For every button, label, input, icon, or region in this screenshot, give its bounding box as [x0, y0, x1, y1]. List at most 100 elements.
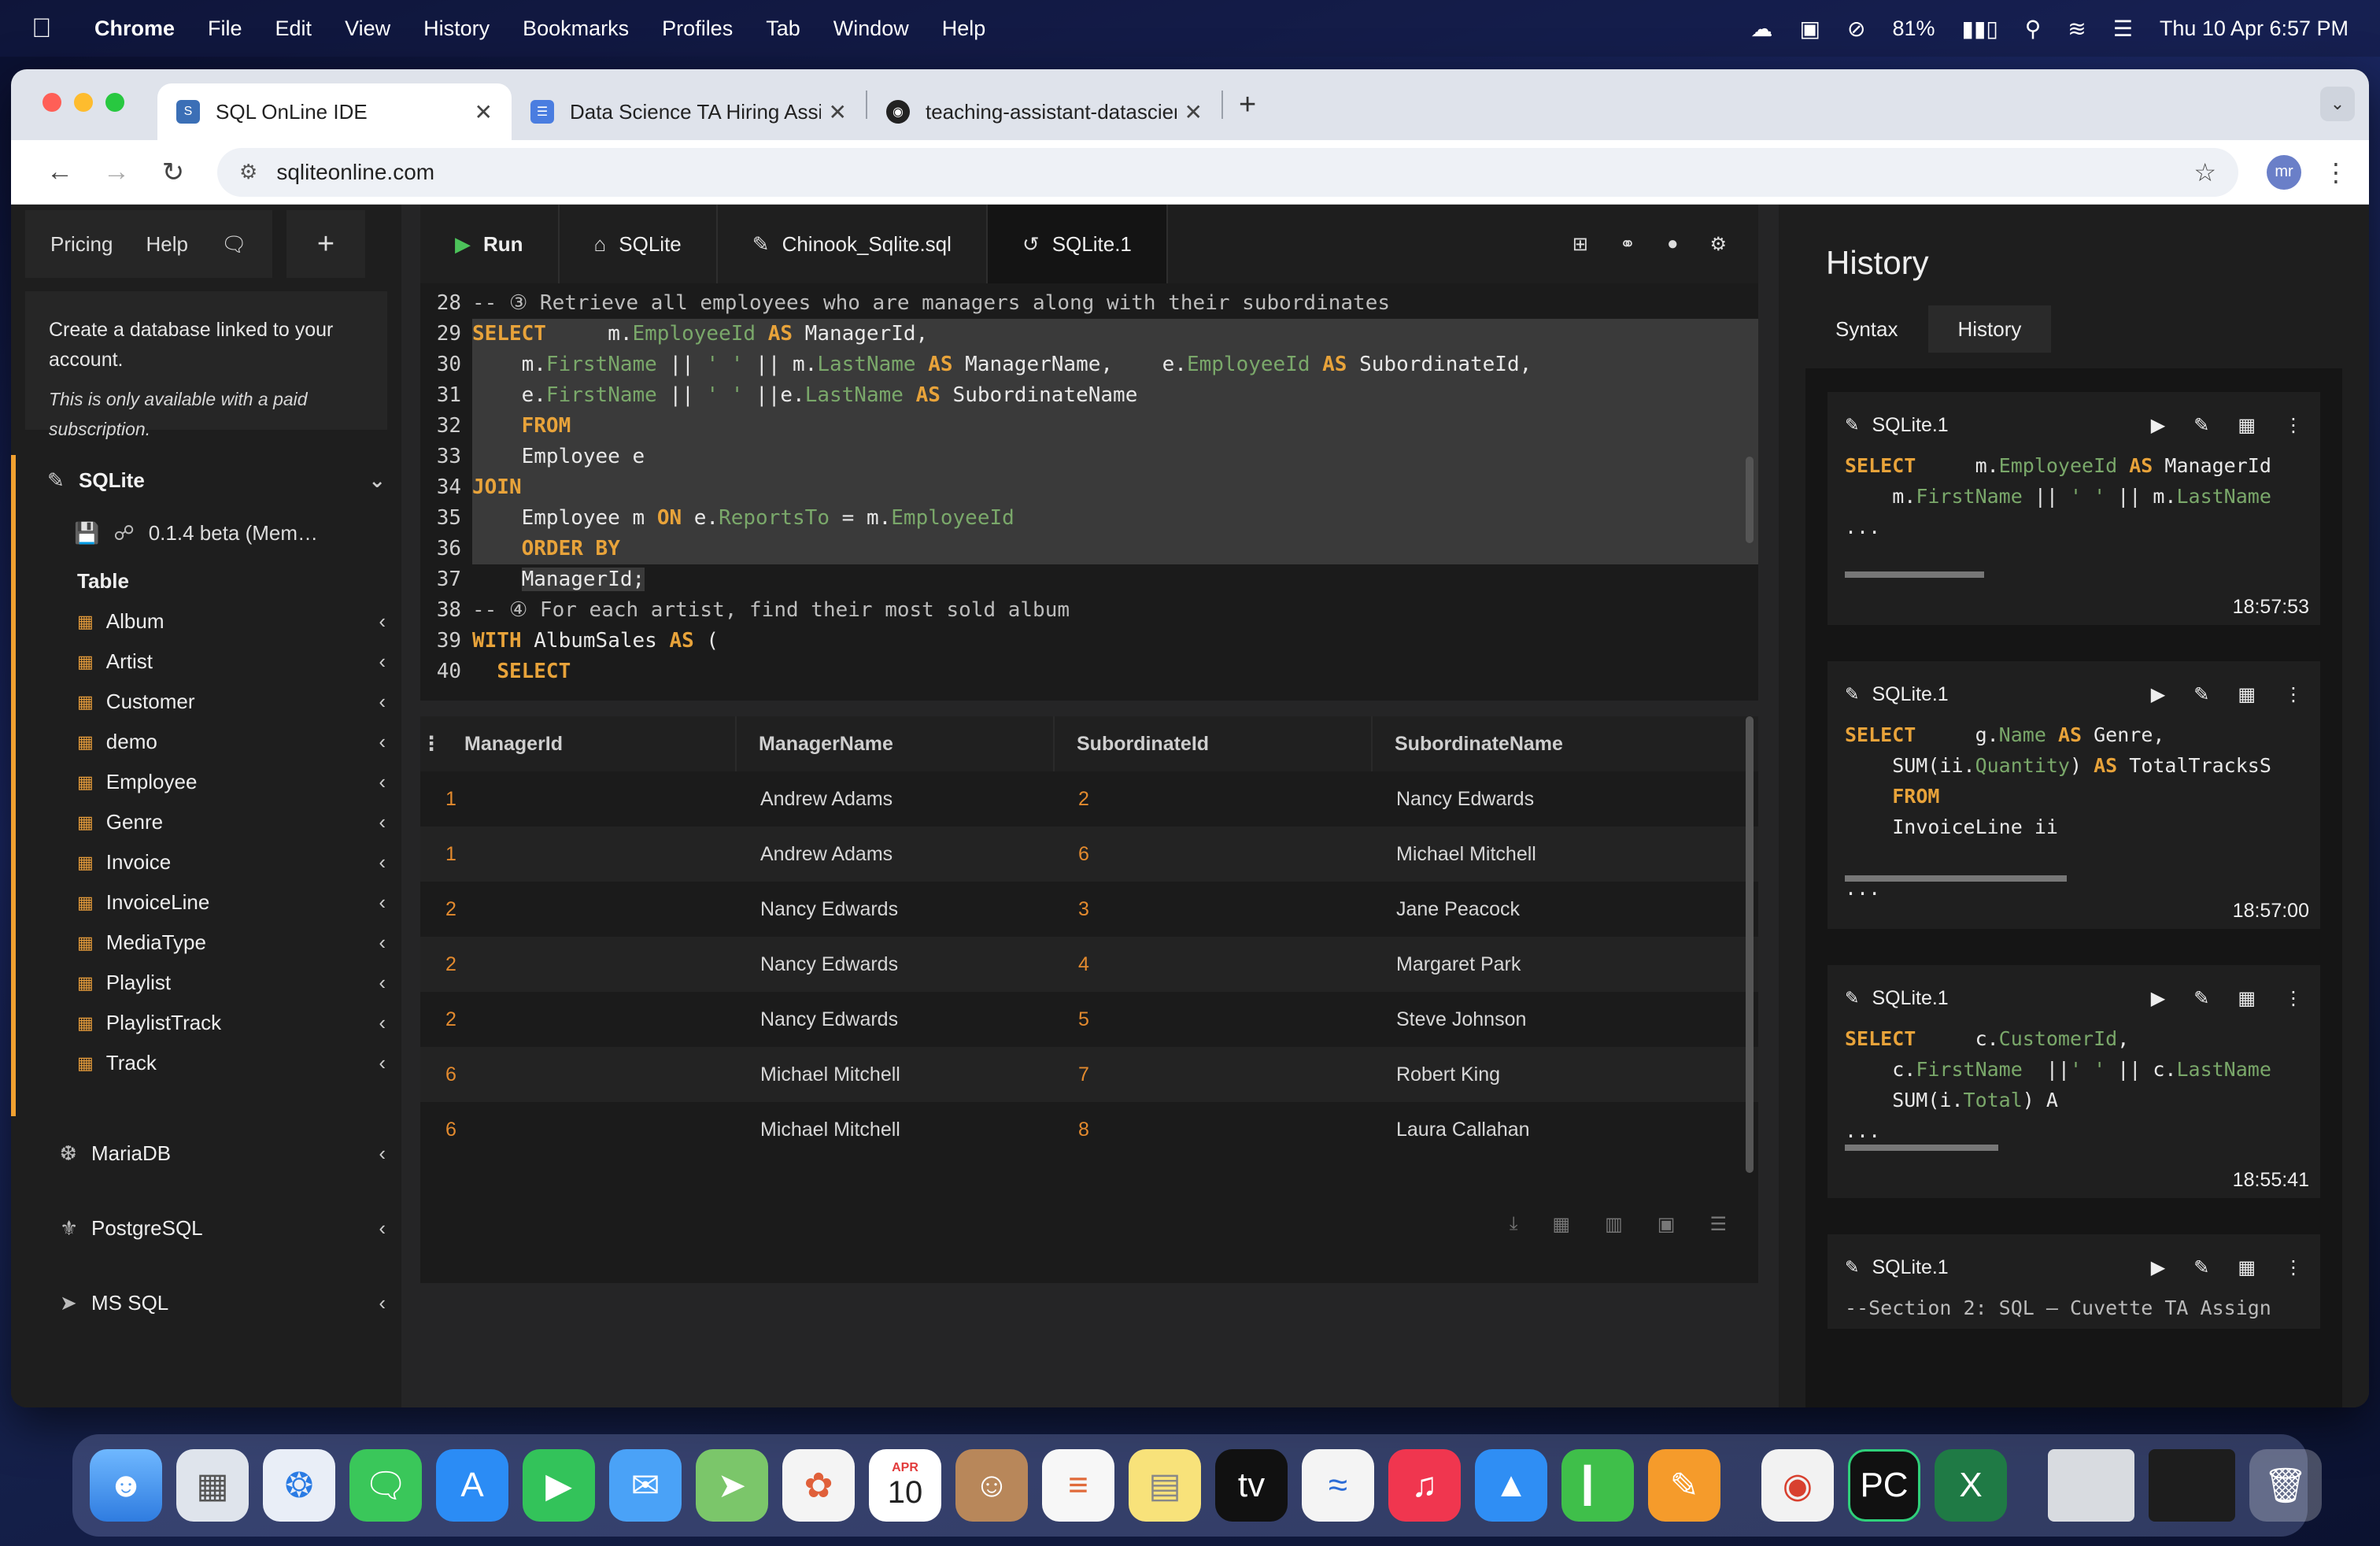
table-cell[interactable]: Steve Johnson [1373, 1008, 1691, 1031]
apple-menu-icon[interactable]:  [31, 13, 55, 44]
maps-icon[interactable]: ➤ [696, 1449, 768, 1522]
url-text[interactable]: sqliteonline.com [276, 160, 434, 185]
table-cell[interactable]: Andrew Adams [737, 788, 1055, 811]
chevron-down-icon[interactable]: ⌄ [368, 468, 386, 493]
chevron-left-icon[interactable]: ‹ [379, 890, 386, 915]
chevron-left-icon[interactable]: ‹ [379, 971, 386, 995]
column-header[interactable]: SubordinateName [1373, 716, 1691, 771]
finder-icon[interactable]: ☻ [90, 1449, 162, 1522]
table-cell[interactable]: 5 [1055, 1008, 1373, 1031]
grid-icon[interactable]: ▦ [2238, 1256, 2256, 1279]
reminders-icon[interactable]: ≡ [1042, 1449, 1114, 1522]
appstore-icon[interactable]: A [436, 1449, 508, 1522]
address-bar[interactable]: ⚙ sqliteonline.com ☆ [217, 147, 2238, 197]
table-cell[interactable]: Nancy Edwards [737, 898, 1055, 921]
chevron-left-icon[interactable]: ‹ [379, 609, 386, 634]
db-mariadb[interactable]: ❆ MariaDB ‹ [11, 1116, 401, 1191]
chevron-left-icon[interactable]: ‹ [379, 770, 386, 794]
table-item-customer[interactable]: ▦ Customer ‹ [47, 682, 386, 722]
table-row[interactable]: 2 Nancy Edwards 4 Margaret Park [420, 937, 1758, 992]
menu-edit[interactable]: Edit [275, 17, 312, 41]
add-plus-icon[interactable]: + [286, 210, 365, 278]
table-cell[interactable]: 6 [1055, 843, 1373, 866]
tab-history[interactable]: History [1927, 305, 2052, 353]
table-item-album[interactable]: ▦ Album ‹ [47, 601, 386, 642]
menu-window[interactable]: Window [833, 17, 909, 41]
browser-tab-github[interactable]: ◉ teaching-assistant-datascience ✕ [867, 83, 1221, 140]
forward-arrow-icon[interactable]: → [88, 157, 145, 187]
db-version-row[interactable]: 💾 ☍ 0.1.4 beta (Mem… [47, 505, 386, 560]
table-cell[interactable]: Nancy Edwards [1373, 788, 1691, 811]
column-header[interactable]: SubordinateId [1055, 716, 1373, 771]
table-cell[interactable]: 6 [420, 1063, 737, 1086]
mail-icon[interactable]: ✉ [609, 1449, 682, 1522]
back-arrow-icon[interactable]: ← [31, 157, 88, 187]
launchpad-icon[interactable]: ▦ [176, 1449, 249, 1522]
menu-help[interactable]: Help [942, 17, 986, 41]
table-cell[interactable]: Margaret Park [1373, 953, 1691, 976]
user-icon[interactable]: ● [1667, 233, 1679, 255]
battery-icon[interactable]: ▮▮▯ [1962, 16, 1998, 42]
db-sqlite-header[interactable]: ✎ SQLite ⌄ [47, 455, 386, 505]
calendar-icon[interactable]: APR 10 [869, 1449, 941, 1522]
browser-tab-docs[interactable]: ☰ Data Science TA Hiring Assignment ✕ [512, 83, 866, 140]
menu-tab[interactable]: Tab [766, 17, 800, 41]
table-view-icon[interactable]: ▦ [1552, 1213, 1570, 1236]
edit-icon[interactable]: ✎ [2193, 414, 2209, 437]
menu-app-name[interactable]: Chrome [94, 17, 175, 41]
table-row[interactable]: 6 Michael Mitchell 7 Robert King [420, 1047, 1758, 1102]
zoom-window-button[interactable] [105, 93, 124, 112]
tab-chinook-file[interactable]: ✎ Chinook_Sqlite.sql [717, 205, 988, 283]
history-item[interactable]: ✎ SQLite.1 ▶ ✎ ▦ ⋮ SELECT m.EmployeeId A… [1828, 392, 2320, 625]
pages-icon[interactable]: ✎ [1648, 1449, 1720, 1522]
facetime-icon[interactable]: ▶ [523, 1449, 595, 1522]
table-cell[interactable]: 1 [420, 788, 737, 811]
run-play-icon[interactable]: ▶ [2151, 987, 2165, 1010]
chat-icon[interactable]: 🗨 [221, 232, 247, 257]
column-header[interactable]: ManagerId [442, 716, 737, 771]
history-item[interactable]: ✎ SQLite.1 ▶ ✎ ▦ ⋮ SELECT g.Name AS Genr… [1828, 661, 2320, 929]
chevron-left-icon[interactable]: ‹ [379, 1011, 386, 1035]
results-scrollbar[interactable] [1746, 716, 1754, 1173]
keynote-icon[interactable]: ▲ [1475, 1449, 1547, 1522]
table-row[interactable]: 2 Nancy Edwards 3 Jane Peacock [420, 882, 1758, 937]
table-cell[interactable]: Andrew Adams [737, 843, 1055, 866]
notes-icon[interactable]: ▤ [1129, 1449, 1201, 1522]
minimize-window-button[interactable] [74, 93, 93, 112]
close-tab-icon[interactable]: ✕ [829, 99, 847, 125]
chevron-left-icon[interactable]: ‹ [379, 1051, 386, 1075]
run-play-icon[interactable]: ▶ [2151, 1256, 2165, 1279]
column-menu-icon[interactable]: ⋮ [420, 732, 442, 756]
table-cell[interactable]: 3 [1055, 898, 1373, 921]
chrome-icon[interactable]: ◉ [1761, 1449, 1834, 1522]
table-item-mediatype[interactable]: ▦ MediaType ‹ [47, 923, 386, 963]
window-thumb-2[interactable] [2149, 1449, 2235, 1522]
chevron-left-icon[interactable]: ‹ [379, 1216, 386, 1241]
db-postgresql[interactable]: ⚜ PostgreSQL ‹ [11, 1191, 401, 1266]
table-cell[interactable]: Jane Peacock [1373, 898, 1691, 921]
table-item-playlisttrack[interactable]: ▦ PlaylistTrack ‹ [47, 1003, 386, 1043]
numbers-icon[interactable]: ▎ [1561, 1449, 1634, 1522]
chevron-left-icon[interactable]: ‹ [379, 930, 386, 955]
table-cell[interactable]: Nancy Edwards [737, 953, 1055, 976]
bluetooth-off-icon[interactable]: ⊘ [1847, 16, 1865, 42]
table-row[interactable]: 1 Andrew Adams 6 Michael Mitchell [420, 827, 1758, 882]
schema-tree-icon[interactable]: ☍ [113, 521, 134, 546]
table-item-playlist[interactable]: ▦ Playlist ‹ [47, 963, 386, 1003]
window-thumb-1[interactable] [2048, 1449, 2134, 1522]
table-row[interactable]: 2 Nancy Edwards 5 Steve Johnson [420, 992, 1758, 1047]
chevron-left-icon[interactable]: ‹ [379, 850, 386, 875]
new-tab-button[interactable]: + [1239, 88, 1256, 122]
download-icon[interactable]: ⤓ [1510, 1213, 1518, 1236]
bookmark-star-icon[interactable]: ☆ [2193, 157, 2216, 187]
table-cell[interactable]: 1 [420, 843, 737, 866]
history-item[interactable]: ✎ SQLite.1 ▶ ✎ ▦ ⋮ --Section 2: SQL – Cu… [1828, 1234, 2320, 1329]
table-item-track[interactable]: ▦ Track ‹ [47, 1043, 386, 1083]
menu-clock[interactable]: Thu 10 Apr 6:57 PM [2160, 17, 2349, 41]
chevron-left-icon[interactable]: ‹ [379, 730, 386, 754]
browser-tab-sql-online[interactable]: S SQL OnLine IDE ✕ [157, 83, 512, 140]
table-cell[interactable]: 2 [1055, 788, 1373, 811]
appletv-icon[interactable]: tv [1215, 1449, 1288, 1522]
freeform-icon[interactable]: ≈ [1302, 1449, 1374, 1522]
table-cell[interactable]: Nancy Edwards [737, 1008, 1055, 1031]
